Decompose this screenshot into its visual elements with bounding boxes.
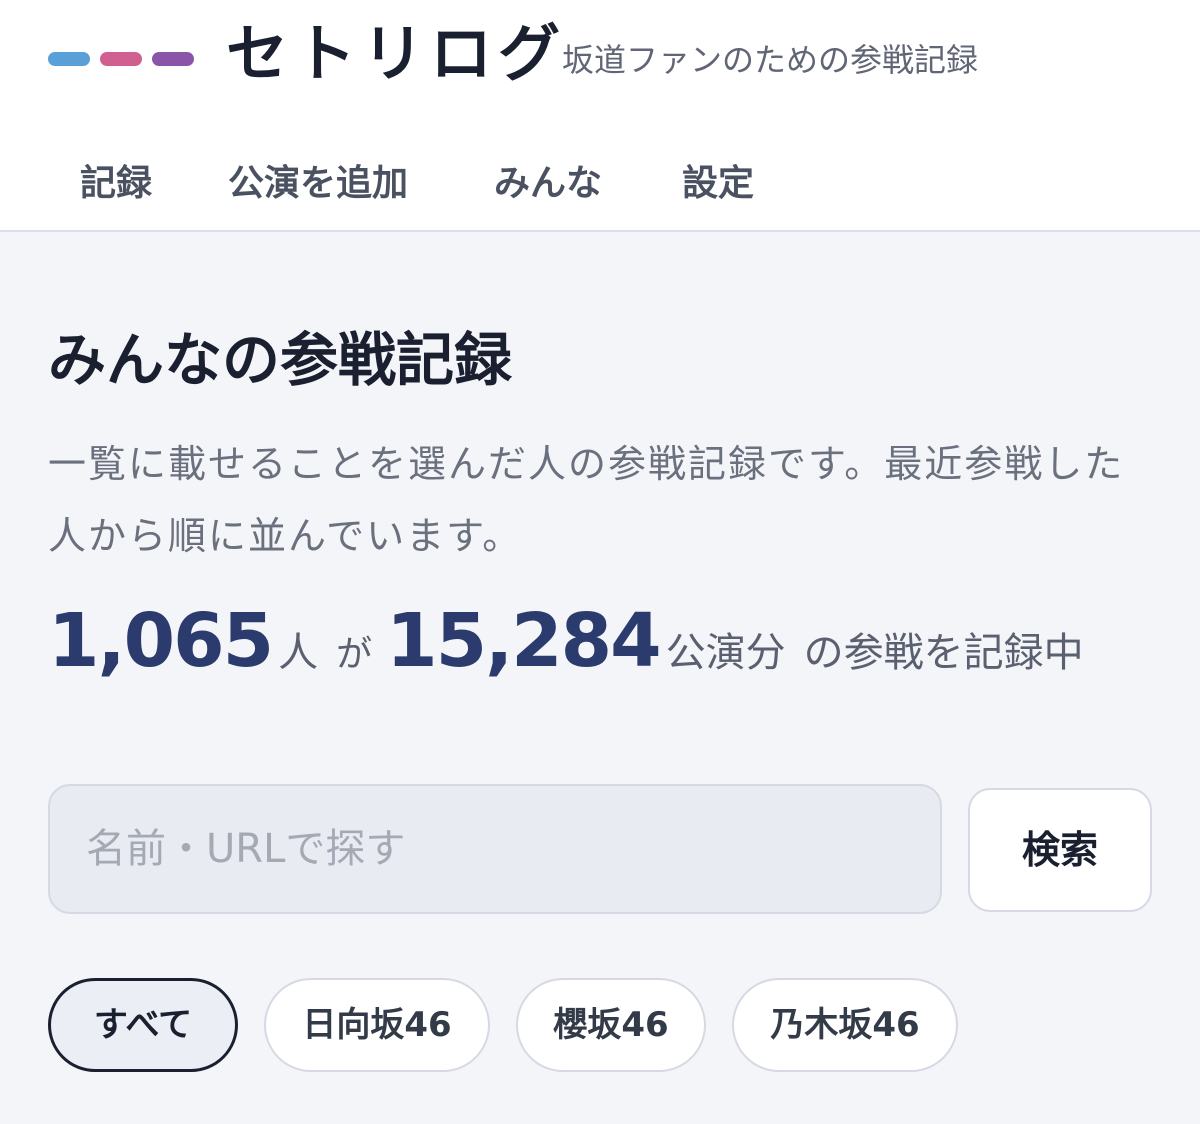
- filter-chip-hinatazaka46[interactable]: 日向坂46: [264, 978, 490, 1072]
- logo-bar-blue: [48, 52, 90, 66]
- filter-chip-nogizaka46[interactable]: 乃木坂46: [732, 978, 958, 1072]
- people-unit: 人: [278, 630, 319, 676]
- nav-item-add-show[interactable]: 公演を追加: [228, 160, 408, 208]
- app-header: セトリログ 坂道ファンのための参戦記録 記録 公演を追加 みんな 設定: [0, 0, 1200, 232]
- nav-item-records[interactable]: 記録: [80, 160, 152, 208]
- app-brand[interactable]: セトリログ: [226, 14, 566, 94]
- stats-suffix: の参戦を記録中: [803, 630, 1084, 676]
- logo-bar-pink: [100, 52, 142, 66]
- filter-chip-sakurazaka46[interactable]: 櫻坂46: [516, 978, 706, 1072]
- stats-summary: 1,065 人が 15,284 公演分 の参戦を記録中: [48, 598, 1168, 708]
- logo-bar-purple: [152, 52, 194, 66]
- nav-item-everyone[interactable]: みんな: [494, 160, 602, 208]
- logo-icon: [48, 52, 194, 66]
- nav-item-settings[interactable]: 設定: [682, 160, 754, 208]
- page-title: みんなの参戦記録: [48, 326, 513, 394]
- shows-count: 15,284: [386, 598, 662, 684]
- search-input[interactable]: 名前・URLで探す: [48, 784, 942, 914]
- main-nav: 記録 公演を追加 みんな 設定: [0, 150, 1200, 220]
- app-tagline: 坂道ファンのための参戦記録: [562, 41, 979, 79]
- filter-chip-all[interactable]: すべて: [48, 978, 238, 1072]
- page-description: 一覧に載せることを選んだ人の参戦記録です。最近参戦した人から順に並んでいます。: [48, 442, 1125, 558]
- search-button[interactable]: 検索: [968, 788, 1152, 912]
- stats-connector: が: [336, 634, 373, 675]
- people-count: 1,065: [48, 598, 274, 684]
- shows-unit: 公演分: [665, 630, 786, 676]
